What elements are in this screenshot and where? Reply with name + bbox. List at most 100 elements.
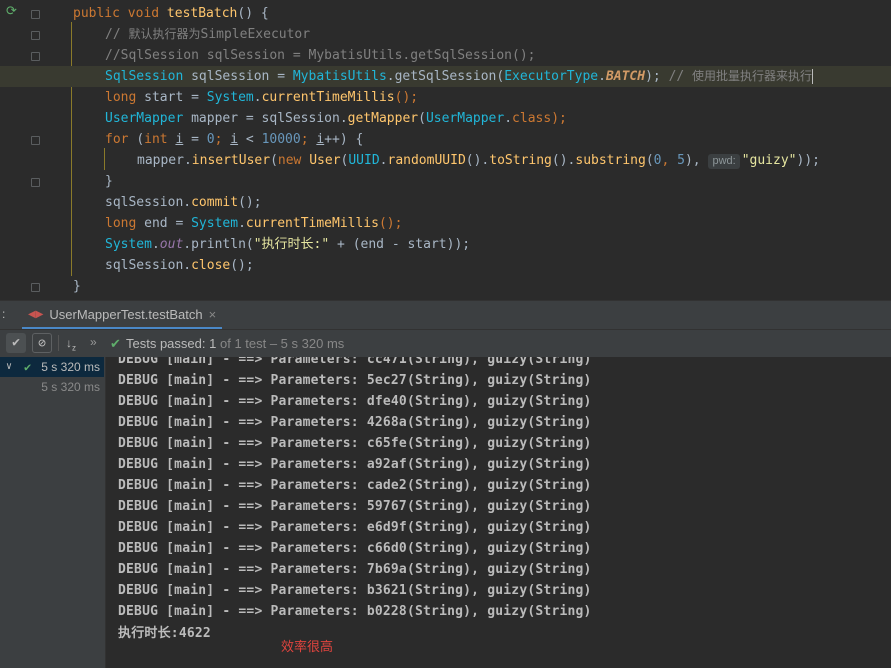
console-line: DEBUG [main] - ==> Parameters: b3621(Str…: [118, 583, 592, 598]
code-line[interactable]: SqlSession sqlSession = MybatisUtils.get…: [0, 66, 891, 87]
code-line[interactable]: long end = System.currentTimeMillis();: [0, 213, 891, 234]
console-line: DEBUG [main] - ==> Parameters: e6d9f(Str…: [118, 520, 592, 535]
test-tree-row[interactable]: ∨ ✔ 5 s 320 ms: [0, 357, 104, 377]
console-line: DEBUG [main] - ==> Parameters: c65fe(Str…: [118, 436, 592, 451]
chevron-down-icon[interactable]: ∨: [6, 357, 12, 377]
code-token: commit: [191, 195, 239, 210]
more-chevron-icon[interactable]: »: [90, 335, 97, 349]
code-text: mapper.insertUser(new User(UUID.randomUU…: [137, 150, 820, 171]
code-token: .: [253, 90, 262, 105]
code-token: 10000: [261, 132, 301, 147]
code-token: ().: [465, 153, 490, 168]
code-token: UserMapper: [425, 111, 505, 126]
code-token: new: [277, 153, 310, 168]
code-token: UUID: [348, 153, 380, 168]
code-token: SqlSession: [105, 69, 184, 84]
code-line[interactable]: for (int i = 0; i < 10000; i++) {: [0, 129, 891, 150]
code-token: 默认执行器为: [128, 27, 201, 41]
code-line[interactable]: mapper.insertUser(new User(UUID.randomUU…: [0, 150, 891, 171]
code-line[interactable]: }: [0, 171, 891, 192]
code-line[interactable]: UserMapper mapper = sqlSession.getMapper…: [0, 108, 891, 129]
code-token: ExecutorType: [504, 69, 599, 84]
code-token: ();: [378, 216, 403, 231]
code-token: //: [105, 27, 129, 42]
code-token: insertUser: [191, 153, 271, 168]
code-token: randomUUID: [387, 153, 466, 168]
test-tree-row[interactable]: 5 s 320 ms: [0, 377, 104, 397]
tab-label: UserMapperTest.testBatch: [49, 306, 203, 322]
toolbar-divider: [58, 335, 59, 351]
code-text: sqlSession.close();: [105, 255, 254, 276]
code-line[interactable]: }: [0, 276, 891, 297]
code-token: close: [191, 258, 231, 273]
check-icon: ✔: [12, 335, 20, 350]
close-icon[interactable]: ×: [209, 307, 217, 322]
code-token: ++) {: [324, 132, 364, 147]
code-token: ;: [214, 132, 231, 147]
code-token: ();: [394, 90, 419, 105]
status-count: 1: [209, 336, 217, 351]
code-token: (: [645, 153, 654, 168]
code-token: System: [105, 237, 152, 252]
code-text: long end = System.currentTimeMillis();: [105, 213, 402, 234]
code-token: SimpleExecutor: [200, 27, 311, 42]
code-token: getMapper: [347, 111, 419, 126]
code-text: //SqlSession sqlSession = MybatisUtils.g…: [105, 45, 535, 66]
code-text: UserMapper mapper = sqlSession.getMapper…: [105, 108, 567, 129]
panel-label-colon: :: [2, 307, 6, 321]
console-line: DEBUG [main] - ==> Parameters: dfe40(Str…: [118, 394, 592, 409]
console-line: DEBUG [main] - ==> Parameters: 7b69a(Str…: [118, 562, 592, 577]
code-line[interactable]: public void testBatch() {: [0, 3, 891, 24]
code-token: () {: [237, 6, 269, 21]
test-status: Tests passed: 1 of 1 test – 5 s 320 ms: [126, 336, 344, 351]
code-token: 使用批量执行器来执行: [692, 69, 813, 83]
code-token: =: [183, 132, 207, 147]
code-token: long: [105, 216, 145, 231]
code-token: ));: [796, 153, 820, 168]
passed-check-icon: ✔: [24, 360, 32, 374]
code-line[interactable]: //SqlSession sqlSession = MybatisUtils.g…: [0, 45, 891, 66]
code-line[interactable]: sqlSession.close();: [0, 255, 891, 276]
tab-run-config[interactable]: ◀▶ UserMapperTest.testBatch ×: [22, 301, 223, 330]
sort-icon[interactable]: ↓z: [66, 336, 76, 352]
code-line[interactable]: sqlSession.commit();: [0, 192, 891, 213]
show-ignored-button[interactable]: ⊘: [32, 333, 52, 353]
test-toolbar: ✔ ⊘ ↓z » ✔ Tests passed: 1 of 1 test – 5…: [0, 329, 891, 358]
code-token: sqlSession.: [105, 195, 192, 210]
code-token: 5: [677, 153, 685, 168]
test-tree[interactable]: ∨ ✔ 5 s 320 ms 5 s 320 ms: [0, 357, 106, 668]
code-token: toString: [489, 153, 552, 168]
console-output[interactable]: DEBUG [main] - ==> Parameters: cc471(Str…: [106, 357, 891, 668]
code-token: MybatisUtils: [292, 69, 387, 84]
code-token: for: [105, 132, 137, 147]
code-token: <: [238, 132, 262, 147]
code-token: long: [105, 90, 145, 105]
parameter-hint: pwd:: [708, 154, 740, 169]
code-line[interactable]: long start = System.currentTimeMillis();: [0, 87, 891, 108]
code-token: class: [512, 111, 552, 126]
test-duration: 5 s 320 ms: [41, 360, 100, 374]
show-passed-button[interactable]: ✔: [6, 333, 26, 353]
console-line: DEBUG [main] - ==> Parameters: cade2(Str…: [118, 478, 592, 493]
code-text: }: [73, 276, 81, 297]
console-line: DEBUG [main] - ==> Parameters: 5ec27(Str…: [118, 373, 592, 388]
code-token: testBatch: [166, 6, 238, 21]
code-line[interactable]: // 默认执行器为SimpleExecutor: [0, 24, 891, 45]
console-line: DEBUG [main] - ==> Parameters: b0228(Str…: [118, 604, 592, 619]
code-token: .: [504, 111, 513, 126]
annotation-note: 效率很高: [281, 640, 334, 655]
code-line[interactable]: System.out.println("执行时长:" + (end - star…: [0, 234, 891, 255]
code-token: }: [73, 279, 81, 294]
code-token: .getSqlSession(: [386, 69, 505, 84]
code-token: );: [645, 69, 669, 84]
code-token: .: [151, 237, 160, 252]
code-text: }: [105, 171, 113, 192]
code-token: ),: [684, 153, 709, 168]
code-token: User: [309, 153, 341, 168]
code-token: substring: [575, 153, 646, 168]
status-passed-label: Tests passed:: [126, 336, 206, 351]
code-token: BATCH: [605, 69, 646, 84]
code-editor[interactable]: ⟳ public void testBatch() {// 默认执行器为Simp…: [0, 0, 891, 300]
code-token: mapper = sqlSession.: [183, 111, 348, 126]
code-token: sqlSession.: [105, 258, 192, 273]
